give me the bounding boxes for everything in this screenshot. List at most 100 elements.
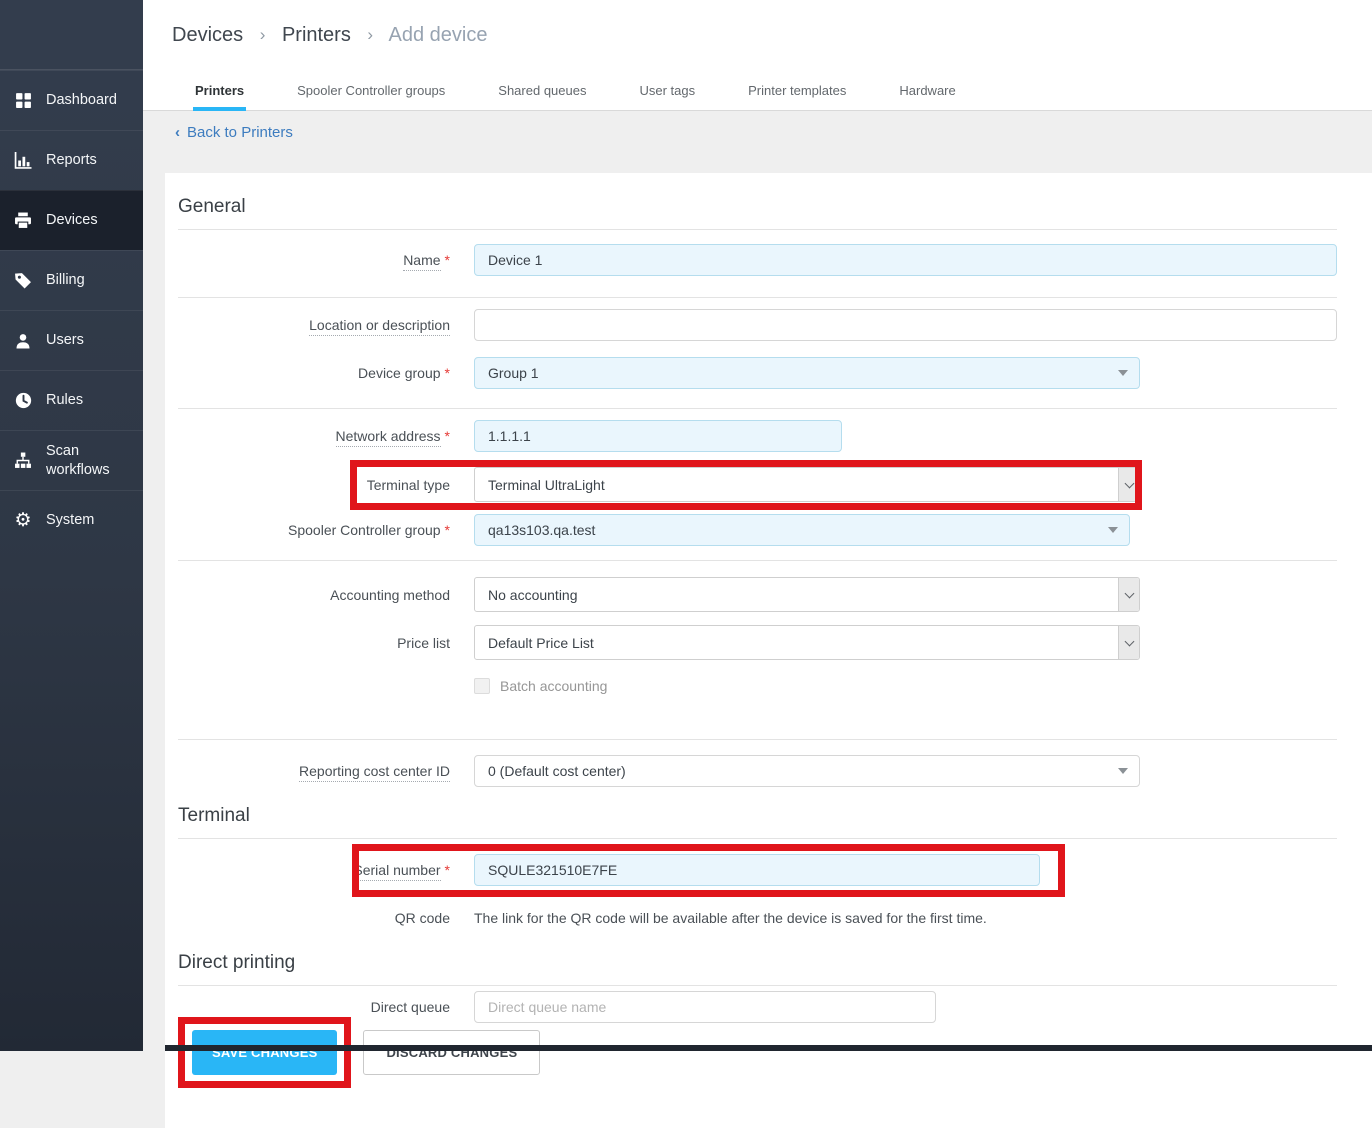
sidebar-item-label: Users <box>46 331 84 349</box>
sidebar-item-label: Devices <box>46 211 98 229</box>
breadcrumb: Devices › Printers › Add device <box>172 24 488 47</box>
form-row-device-group: Device group* Group 1 <box>178 357 1337 389</box>
tab-printer-templates[interactable]: Printer templates <box>748 70 846 110</box>
row-divider <box>178 408 1337 409</box>
button-row: SAVE CHANGES DISCARD CHANGES <box>178 1017 1337 1088</box>
breadcrumb-printers[interactable]: Printers <box>282 24 351 46</box>
form-row-qr-code: QR code The link for the QR code will be… <box>178 910 1337 926</box>
sidebar-item-label: Reports <box>46 151 97 169</box>
tab-shared-queues[interactable]: Shared queues <box>498 70 586 110</box>
form-row-reporting-cost-center: Reporting cost center ID 0 (Default cost… <box>178 755 1337 787</box>
name-input[interactable] <box>474 244 1337 276</box>
form-row-network-address: Network address* <box>178 420 1337 452</box>
sidebar-item-devices[interactable]: Devices <box>0 190 143 250</box>
highlight-box-save-button: SAVE CHANGES <box>178 1017 351 1088</box>
sidebar-item-rules[interactable]: Rules <box>0 370 143 430</box>
discard-changes-button[interactable]: DISCARD CHANGES <box>363 1030 540 1075</box>
select-arrow-button[interactable] <box>1118 468 1139 501</box>
main-content: Devices › Printers › Add device Printers… <box>143 0 1372 1128</box>
section-title-terminal: Terminal <box>178 805 1337 827</box>
chevron-down-icon <box>1108 527 1118 533</box>
row-divider <box>178 739 1337 740</box>
sidebar-item-label: Dashboard <box>46 91 117 109</box>
footer-strip <box>165 1045 1372 1051</box>
breadcrumb-add-device: Add device <box>389 24 488 46</box>
network-address-input[interactable] <box>474 420 842 452</box>
chevron-down-icon <box>1124 478 1134 488</box>
breadcrumb-separator-icon: › <box>367 25 373 44</box>
reporting-cost-center-label: Reporting cost center ID <box>178 763 450 779</box>
serial-number-label: Serial number* <box>178 862 450 878</box>
row-divider <box>178 297 1337 298</box>
sidebar-item-label: Scan workflows <box>46 442 137 478</box>
name-label: Name* <box>178 252 450 268</box>
dashboard-grid-icon <box>13 92 33 110</box>
form-row-name: Name* <box>178 244 1337 276</box>
back-chevron-icon: ‹ <box>175 124 180 141</box>
user-icon <box>13 332 33 350</box>
tab-user-tags[interactable]: User tags <box>639 70 695 110</box>
sidebar-item-label: Rules <box>46 391 83 409</box>
device-group-label: Device group* <box>178 365 450 381</box>
breadcrumb-devices[interactable]: Devices <box>172 24 243 46</box>
form-row-spooler-group: Spooler Controller group* qa13s103.qa.te… <box>178 514 1337 546</box>
chevron-down-icon <box>1124 588 1134 598</box>
location-label: Location or description <box>178 317 450 333</box>
spooler-group-select[interactable]: qa13s103.qa.test <box>474 514 1130 546</box>
sidebar-item-system[interactable]: ⚙ System <box>0 490 143 550</box>
sidebar-item-reports[interactable]: Reports <box>0 130 143 190</box>
terminal-type-select[interactable]: Terminal UltraLight <box>474 467 1140 502</box>
qr-code-label: QR code <box>178 910 450 926</box>
chevron-down-icon <box>1118 370 1128 376</box>
form-row-serial-number: Serial number* <box>178 854 1337 886</box>
sidebar-item-label: Billing <box>46 271 85 289</box>
form-row-accounting-method: Accounting method No accounting <box>178 577 1337 612</box>
back-to-printers-link[interactable]: ‹Back to Printers <box>175 124 293 141</box>
tab-printers[interactable]: Printers <box>195 70 244 110</box>
spooler-group-label: Spooler Controller group* <box>178 522 450 538</box>
row-divider <box>178 560 1337 561</box>
tab-hardware[interactable]: Hardware <box>899 70 955 110</box>
tab-spooler-controller-groups[interactable]: Spooler Controller groups <box>297 70 445 110</box>
section-divider <box>178 229 1337 230</box>
batch-accounting-label: Batch accounting <box>500 678 607 694</box>
batch-accounting-checkbox[interactable] <box>474 678 490 694</box>
tag-icon <box>13 272 33 290</box>
select-arrow-button[interactable] <box>1118 626 1139 659</box>
serial-number-input[interactable] <box>474 854 1040 886</box>
breadcrumb-separator-icon: › <box>260 25 266 44</box>
sidebar-item-label: System <box>46 511 94 529</box>
sidebar-item-users[interactable]: Users <box>0 310 143 370</box>
tab-bar: Printers Spooler Controller groups Share… <box>143 70 1372 111</box>
section-divider <box>178 985 1337 986</box>
back-row: ‹Back to Printers <box>143 111 1372 144</box>
device-group-select[interactable]: Group 1 <box>474 357 1140 389</box>
price-list-select[interactable]: Default Price List <box>474 625 1140 660</box>
sitemap-icon <box>13 452 33 470</box>
section-divider <box>178 838 1337 839</box>
reporting-cost-center-select[interactable]: 0 (Default cost center) <box>474 755 1140 787</box>
form-row-price-list: Price list Default Price List <box>178 625 1337 660</box>
direct-queue-label: Direct queue <box>178 999 450 1015</box>
qr-code-text: The link for the QR code will be availab… <box>474 910 987 926</box>
logo-area <box>0 0 143 70</box>
select-arrow-button[interactable] <box>1118 578 1139 611</box>
gear-icon: ⚙ <box>13 512 33 530</box>
header: Devices › Printers › Add device <box>143 0 1372 70</box>
price-list-label: Price list <box>178 635 450 651</box>
form-card: General Name* Location or description De… <box>165 173 1372 1128</box>
accounting-method-label: Accounting method <box>178 587 450 603</box>
sidebar-item-billing[interactable]: Billing <box>0 250 143 310</box>
location-input[interactable] <box>474 309 1337 341</box>
sidebar-item-scan-workflows[interactable]: Scan workflows <box>0 430 143 490</box>
form-row-location: Location or description <box>178 309 1337 341</box>
clock-icon <box>13 392 33 410</box>
section-title-direct-printing: Direct printing <box>178 952 1337 974</box>
save-changes-button[interactable]: SAVE CHANGES <box>192 1030 337 1075</box>
printer-icon <box>13 212 33 230</box>
chevron-down-icon <box>1124 636 1134 646</box>
sidebar: Dashboard Reports Devices Billing Users … <box>0 0 143 1051</box>
sidebar-item-dashboard[interactable]: Dashboard <box>0 70 143 130</box>
accounting-method-select[interactable]: No accounting <box>474 577 1140 612</box>
form-row-terminal-type: Terminal type Terminal UltraLight <box>178 467 1337 502</box>
